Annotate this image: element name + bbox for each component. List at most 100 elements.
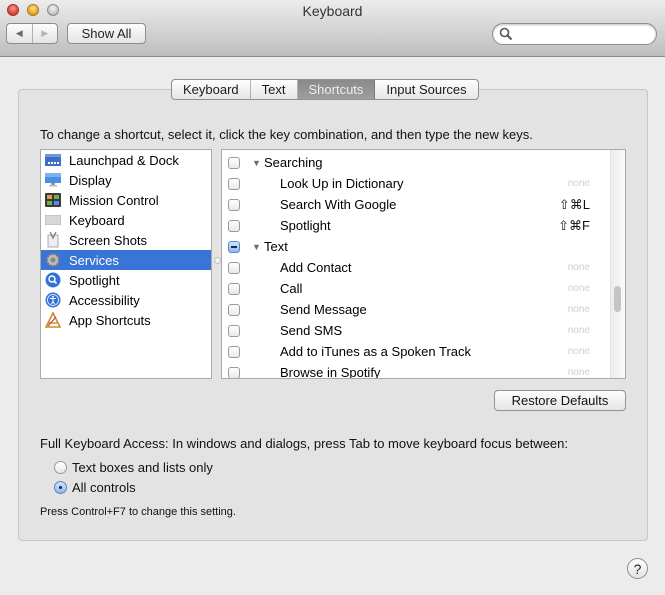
- shortcut-row[interactable]: Look Up in Dictionary none: [222, 173, 606, 194]
- shortcut-row[interactable]: Call none: [222, 278, 606, 299]
- category-label: Screen Shots: [69, 232, 148, 248]
- category-screen-shots[interactable]: Screen Shots: [41, 230, 211, 250]
- category-keyboard[interactable]: Keyboard: [41, 210, 211, 230]
- screen-shots-icon: [45, 232, 61, 248]
- category-label: Spotlight: [69, 272, 120, 288]
- back-button[interactable]: ◀: [7, 24, 33, 43]
- tab-text[interactable]: Text: [251, 80, 298, 99]
- category-label: Services: [69, 252, 119, 268]
- enable-checkbox[interactable]: [228, 219, 240, 232]
- category-app-shortcuts[interactable]: App Shortcuts: [41, 310, 211, 330]
- shortcut-label: Send Message: [280, 302, 367, 317]
- category-label: Accessibility: [69, 292, 140, 308]
- category-services[interactable]: Services: [41, 250, 211, 270]
- search-input[interactable]: [515, 26, 654, 44]
- shortcut-group-row[interactable]: ▼ Text: [222, 236, 606, 257]
- shortcut-row[interactable]: Add to iTunes as a Spoken Track none: [222, 341, 606, 362]
- shortcut-key[interactable]: none: [568, 304, 590, 315]
- shortcut-label: Browse in Spotify: [280, 365, 381, 379]
- vertical-scrollbar[interactable]: [610, 150, 625, 378]
- radio-all-controls[interactable]: All controls: [54, 480, 136, 495]
- divider-handle[interactable]: [214, 257, 221, 264]
- category-label: Keyboard: [69, 212, 125, 228]
- shortcut-key[interactable]: ⇧⌘F: [558, 218, 590, 234]
- category-mission-control[interactable]: Mission Control: [41, 190, 211, 210]
- services-gear-icon: [45, 252, 61, 268]
- category-label: Display: [69, 172, 112, 188]
- disclosure-triangle-icon[interactable]: ▼: [252, 158, 261, 168]
- enable-checkbox[interactable]: [228, 303, 240, 316]
- radio-text-boxes-lists[interactable]: Text boxes and lists only: [54, 460, 213, 475]
- split-view-divider[interactable]: [212, 149, 221, 379]
- enable-checkbox[interactable]: [228, 345, 240, 358]
- shortcut-key[interactable]: none: [568, 178, 590, 189]
- tab-shortcuts[interactable]: Shortcuts: [297, 80, 376, 99]
- category-list: Launchpad & Dock Display Mission Control…: [40, 149, 212, 379]
- tab-bar: Keyboard Text Shortcuts Input Sources: [171, 79, 479, 100]
- shortcut-key[interactable]: none: [568, 367, 590, 378]
- enable-checkbox[interactable]: [228, 261, 240, 274]
- window-toolbar: Keyboard ◀ ▶ Show All: [0, 0, 665, 57]
- show-all-button[interactable]: Show All: [67, 23, 146, 44]
- shortcut-key[interactable]: none: [568, 346, 590, 357]
- category-spotlight[interactable]: Spotlight: [41, 270, 211, 290]
- radio-button[interactable]: [54, 481, 67, 494]
- radio-label: Text boxes and lists only: [72, 460, 213, 475]
- shortcut-row[interactable]: Send Message none: [222, 299, 606, 320]
- shortcut-key[interactable]: none: [568, 283, 590, 294]
- window-title: Keyboard: [302, 3, 363, 19]
- back-arrow-icon: ◀: [15, 28, 23, 38]
- app-shortcuts-icon: [45, 312, 61, 328]
- restore-defaults-button[interactable]: Restore Defaults: [494, 390, 626, 411]
- shortcut-label: Add to iTunes as a Spoken Track: [280, 344, 472, 359]
- enable-checkbox[interactable]: [228, 282, 240, 295]
- launchpad-dock-icon: [45, 152, 61, 168]
- shortcut-row[interactable]: Search With Google ⇧⌘L: [222, 194, 606, 215]
- tab-input-sources[interactable]: Input Sources: [375, 80, 477, 99]
- category-display[interactable]: Display: [41, 170, 211, 190]
- accessibility-icon: [45, 292, 61, 308]
- enable-checkbox[interactable]: [228, 324, 240, 337]
- back-forward-control: ◀ ▶: [6, 23, 58, 44]
- shortcut-row[interactable]: Spotlight ⇧⌘F: [222, 215, 606, 236]
- enable-checkbox[interactable]: [228, 156, 240, 169]
- shortcut-key[interactable]: none: [568, 262, 590, 273]
- scrollbar-thumb[interactable]: [614, 286, 621, 312]
- enable-checkbox[interactable]: [228, 177, 240, 190]
- help-icon: ?: [633, 560, 642, 577]
- shortcut-row[interactable]: Send SMS none: [222, 320, 606, 341]
- shortcut-label: Look Up in Dictionary: [280, 176, 404, 191]
- group-label: Searching: [264, 155, 323, 170]
- search-field[interactable]: [492, 23, 657, 45]
- shortcut-group-row[interactable]: ▼ Searching: [222, 152, 606, 173]
- shortcut-key[interactable]: ⇧⌘L: [559, 197, 590, 213]
- magnifier-icon: [499, 27, 513, 41]
- enable-checkbox[interactable]: [228, 198, 240, 211]
- disclosure-triangle-icon[interactable]: ▼: [252, 242, 261, 252]
- shortcut-label: Spotlight: [280, 218, 331, 233]
- tab-keyboard[interactable]: Keyboard: [172, 80, 251, 99]
- shortcut-list: ▼ Searching Look Up in Dictionary none S…: [221, 149, 626, 379]
- instruction-text: To change a shortcut, select it, click t…: [40, 127, 533, 142]
- shortcut-row[interactable]: Browse in Spotify none: [222, 362, 606, 379]
- forward-button[interactable]: ▶: [33, 24, 58, 43]
- enable-checkbox[interactable]: [228, 366, 240, 378]
- shortcut-row[interactable]: Add Contact none: [222, 257, 606, 278]
- category-label: Launchpad & Dock: [69, 152, 179, 168]
- radio-button[interactable]: [54, 461, 67, 474]
- category-accessibility[interactable]: Accessibility: [41, 290, 211, 310]
- full-keyboard-access-label: Full Keyboard Access: In windows and dia…: [40, 436, 568, 451]
- help-button[interactable]: ?: [627, 558, 648, 579]
- radio-label: All controls: [72, 480, 136, 495]
- enable-checkbox[interactable]: [228, 240, 240, 253]
- shortcut-label: Add Contact: [280, 260, 352, 275]
- spotlight-icon: [45, 272, 61, 288]
- mission-control-icon: [45, 192, 61, 208]
- category-label: Mission Control: [69, 192, 159, 208]
- forward-arrow-icon: ▶: [41, 28, 49, 38]
- category-launchpad-dock[interactable]: Launchpad & Dock: [41, 150, 211, 170]
- shortcut-key[interactable]: none: [568, 325, 590, 336]
- shortcut-label: Send SMS: [280, 323, 343, 338]
- shortcut-label: Call: [280, 281, 303, 296]
- shortcut-label: Search With Google: [280, 197, 397, 212]
